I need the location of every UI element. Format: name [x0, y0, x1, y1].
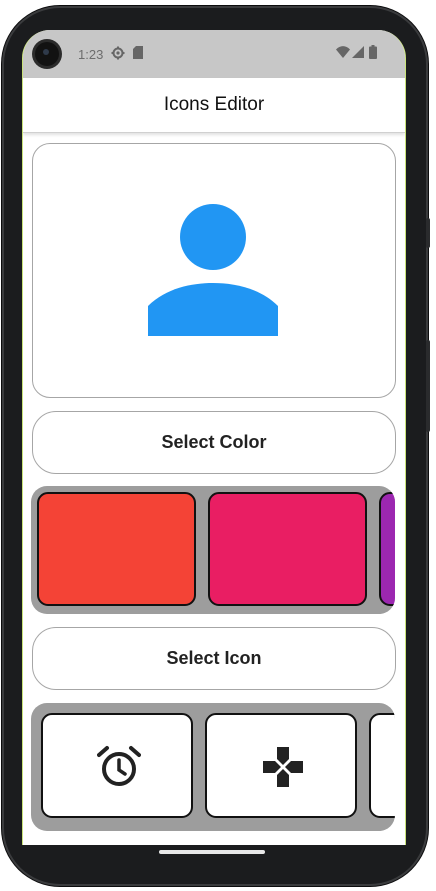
settings-gear-icon	[111, 46, 125, 63]
gamepad-icon	[263, 747, 303, 787]
icon-option-gamepad[interactable]	[205, 713, 357, 818]
wifi-icon	[336, 46, 350, 61]
select-icon-button[interactable]: Select Icon	[32, 627, 396, 690]
front-camera	[35, 42, 59, 66]
cellular-signal-icon	[352, 46, 364, 61]
screen: 1:23 Icons Editor Select Color Select Ic…	[22, 30, 406, 845]
status-time: 1:23	[78, 47, 104, 62]
battery-icon	[369, 45, 377, 62]
color-swatch-pink[interactable]	[208, 492, 367, 606]
alarm-clock-icon	[97, 746, 141, 786]
person-icon	[148, 204, 278, 336]
icon-option-next[interactable]	[369, 713, 395, 818]
color-swatch-purple[interactable]	[379, 492, 395, 606]
select-color-button[interactable]: Select Color	[32, 411, 396, 474]
volume-button	[426, 340, 430, 432]
navigation-bar	[22, 845, 404, 865]
status-bar: 1:23	[23, 30, 405, 78]
sd-card-icon	[133, 46, 143, 62]
icon-preview-card	[32, 143, 396, 398]
icon-option-alarm[interactable]	[41, 713, 193, 818]
icon-option-list[interactable]	[31, 703, 395, 831]
color-swatch-list[interactable]	[31, 486, 395, 614]
power-button	[426, 218, 430, 248]
app-bar: Icons Editor	[23, 78, 405, 133]
home-indicator[interactable]	[159, 850, 265, 854]
app-title: Icons Editor	[163, 94, 265, 115]
color-swatch-red[interactable]	[37, 492, 196, 606]
